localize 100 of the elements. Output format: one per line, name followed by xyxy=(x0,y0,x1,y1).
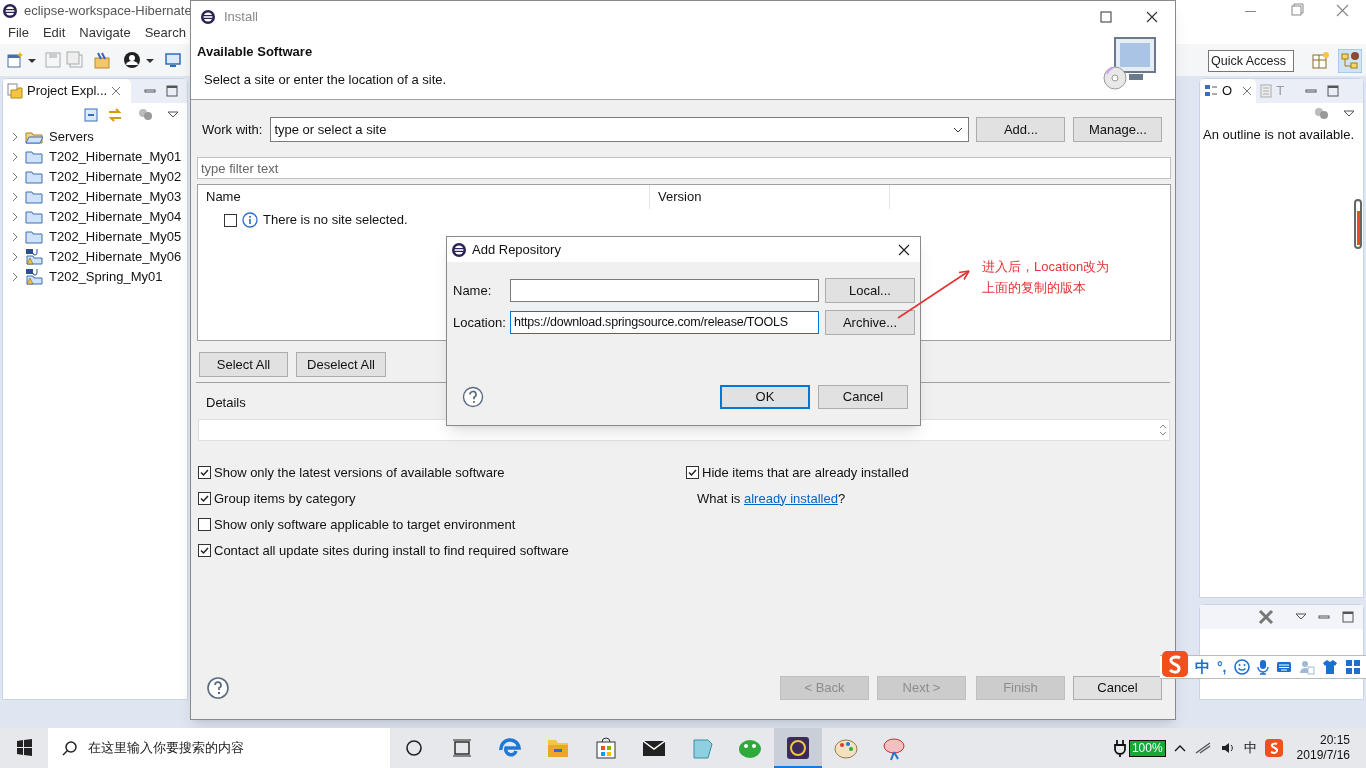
eclipse-icon xyxy=(200,8,216,25)
tree-item[interactable]: Servers xyxy=(49,127,94,147)
window-title: eclipse-workspace-Hibernate xyxy=(24,2,192,21)
open-type-icon[interactable] xyxy=(92,51,112,69)
installed-link[interactable]: already installed xyxy=(743,488,838,509)
checkbox-label: Contact all update sites during install to find required software xyxy=(214,541,569,560)
microphone-icon[interactable] xyxy=(1256,659,1269,675)
sogou-tray-icon[interactable] xyxy=(1264,739,1283,757)
window-title: Install xyxy=(224,7,258,26)
maximize-icon[interactable] xyxy=(165,84,179,98)
maximize-icon[interactable] xyxy=(1326,84,1341,98)
search-icon xyxy=(62,740,78,756)
wizard-subtitle: Select a site or enter the location of a site. xyxy=(204,70,447,89)
tree-item[interactable]: T202_Hibernate_My01 xyxy=(49,147,182,167)
field-label: Name: xyxy=(453,281,493,300)
tree-item[interactable]: T202_Hibernate_My02 xyxy=(49,167,182,187)
checkbox[interactable] xyxy=(198,492,211,505)
filter-icon[interactable] xyxy=(1313,106,1329,122)
column-header[interactable]: Name xyxy=(198,185,650,209)
column-header[interactable]: Version xyxy=(650,185,890,209)
maximize-icon[interactable] xyxy=(1341,610,1355,624)
checkbox[interactable] xyxy=(198,466,211,479)
tree-item[interactable]: T202_Hibernate_My06 xyxy=(49,247,182,267)
chevron-up-icon[interactable] xyxy=(1173,743,1186,753)
folder-icon xyxy=(25,229,43,245)
note-text: What is xyxy=(697,489,742,508)
checkbox[interactable] xyxy=(686,466,699,479)
group-label: Details xyxy=(206,394,246,412)
location-field[interactable]: https://download.springsource.com/release/TOOLS xyxy=(510,311,819,334)
tab-label: T xyxy=(1276,82,1285,101)
eclipse-app-icon[interactable] xyxy=(774,728,822,768)
checkbox[interactable] xyxy=(224,213,237,227)
cancel-button[interactable]: Cancel xyxy=(818,385,908,409)
emoji-icon[interactable] xyxy=(1233,659,1250,675)
keyboard-icon[interactable] xyxy=(1275,659,1292,675)
outline-message: An outline is not available. xyxy=(1202,126,1356,144)
filter-field[interactable]: type filter text xyxy=(197,157,1171,179)
add-button[interactable]: Add... xyxy=(976,117,1066,142)
menu-item[interactable]: File xyxy=(8,23,29,43)
close-icon[interactable] xyxy=(897,243,911,257)
checkbox-label: Group items by category xyxy=(214,489,356,508)
input-mode-indicator[interactable]: 中 xyxy=(1243,738,1257,758)
new-file-icon[interactable] xyxy=(6,51,24,69)
tree-item[interactable]: T202_Hibernate_My03 xyxy=(49,187,182,207)
collapse-all-icon[interactable] xyxy=(83,107,99,123)
maven-project-icon xyxy=(25,249,43,265)
annotation-text: 进入后，Location改为 xyxy=(982,258,1110,275)
toolbox-icon[interactable] xyxy=(1344,659,1361,675)
checkbox-label: Show only the latest versions of available software xyxy=(214,463,505,482)
cancel-button[interactable]: Cancel xyxy=(1073,676,1162,700)
taskbar-search-box[interactable]: 在这里输入你要搜索的内容 xyxy=(48,728,390,768)
scrollbar[interactable] xyxy=(1354,199,1362,249)
ok-button[interactable]: OK xyxy=(720,385,810,409)
checkbox[interactable] xyxy=(198,518,211,531)
help-icon[interactable] xyxy=(462,386,484,408)
checkbox-label: Show only software applicable to target environment xyxy=(214,515,516,534)
tree-item[interactable]: T202_Spring_My01 xyxy=(49,267,163,287)
annotation-text: 上面的复制的版本 xyxy=(982,279,1087,296)
checkbox[interactable] xyxy=(198,544,211,557)
skin-shirt-icon[interactable] xyxy=(1321,659,1338,675)
tab-label: Project Expl... xyxy=(27,82,108,101)
name-field[interactable] xyxy=(510,279,819,302)
help-icon[interactable] xyxy=(206,676,230,700)
person-icon[interactable] xyxy=(122,51,142,69)
disconnect-icon[interactable] xyxy=(1257,608,1275,626)
punctuation-toggle[interactable]: °, xyxy=(1217,656,1227,678)
select-all-button[interactable]: Select All xyxy=(199,352,288,377)
network-icon[interactable] xyxy=(1193,741,1212,755)
quick-access-field[interactable]: Quick Access xyxy=(1208,50,1294,72)
deselect-all-button[interactable]: Deselect All xyxy=(296,352,386,377)
tree-item[interactable]: T202_Hibernate_My05 xyxy=(49,227,182,247)
menu-item[interactable]: Edit xyxy=(42,23,66,43)
field-label: Work with: xyxy=(202,120,263,139)
archive-button[interactable]: Archive... xyxy=(825,310,915,335)
menu-item[interactable]: Search xyxy=(144,23,186,43)
local-button[interactable]: Local... xyxy=(825,278,915,303)
input-mode-toggle[interactable]: 中 xyxy=(1195,655,1210,679)
checkbox-label: Hide items that are already installed xyxy=(702,463,909,482)
open-perspective-icon[interactable] xyxy=(1310,50,1332,72)
work-with-combo[interactable]: type or select a site xyxy=(270,117,970,142)
folder-icon xyxy=(25,169,43,185)
clock[interactable]: 20:15 2019/7/16 xyxy=(1296,733,1350,763)
outline-icon xyxy=(1204,84,1218,98)
sogou-logo-icon[interactable] xyxy=(1162,651,1188,677)
note-text: ? xyxy=(837,489,846,508)
open-folder-icon xyxy=(25,129,43,145)
filter-icon[interactable] xyxy=(137,107,153,123)
manage-button[interactable]: Manage... xyxy=(1073,117,1163,142)
info-icon xyxy=(242,212,258,228)
volume-icon[interactable] xyxy=(1219,740,1236,756)
java-perspective-icon[interactable] xyxy=(1338,49,1362,73)
tab-label: O xyxy=(1222,82,1233,101)
view-tab[interactable]: O xyxy=(1200,79,1257,103)
folder-icon xyxy=(25,209,43,225)
view-tab[interactable]: Project Expl... xyxy=(3,79,131,103)
menu-item[interactable]: Navigate xyxy=(79,23,131,43)
eclipse-icon xyxy=(451,241,467,258)
tree-item[interactable]: T202_Hibernate_My04 xyxy=(49,207,182,227)
monitor-icon[interactable] xyxy=(164,51,182,69)
power-plug-icon xyxy=(1112,739,1127,757)
